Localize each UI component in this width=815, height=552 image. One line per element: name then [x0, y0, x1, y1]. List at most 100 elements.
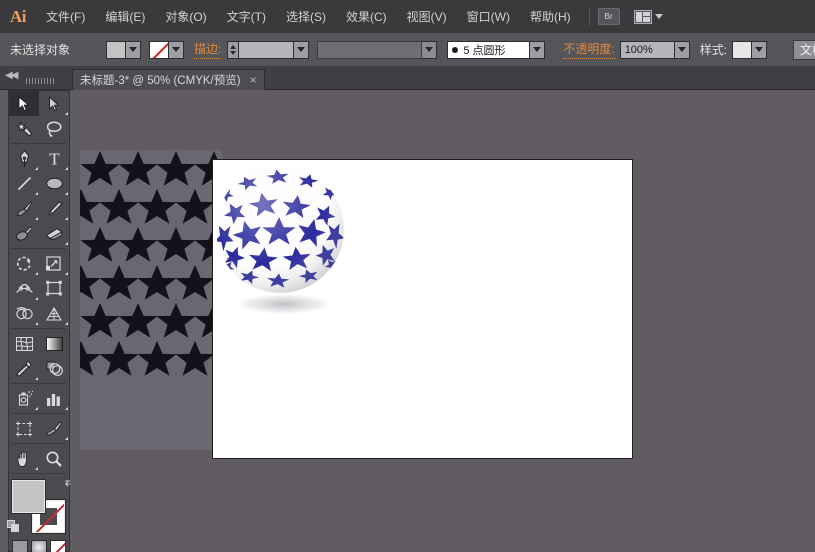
menu-effect[interactable]: 效果(C)	[337, 5, 396, 28]
opacity-label[interactable]: 不透明度:	[563, 40, 615, 59]
menu-view[interactable]: 视图(V)	[398, 5, 456, 28]
stroke-swatch-none[interactable]	[149, 40, 169, 59]
ellipse-icon	[45, 177, 63, 190]
tool-magic-wand[interactable]	[9, 116, 39, 141]
stepper-down-icon	[230, 50, 237, 55]
flyout-triangle-icon	[65, 407, 68, 410]
tools-panel: T	[7, 90, 74, 552]
tool-type[interactable]: T	[39, 146, 69, 171]
tool-pencil[interactable]	[39, 196, 69, 221]
tool-symbol-sprayer[interactable]	[9, 386, 39, 411]
fill-color-indicator[interactable]	[12, 480, 45, 513]
document-setup-button[interactable]: 文档设置	[793, 39, 815, 60]
tool-blob-brush[interactable]	[9, 221, 39, 246]
style-dropdown-button[interactable]	[752, 40, 768, 59]
menu-window[interactable]: 窗口(W)	[458, 5, 519, 28]
flyout-triangle-icon	[35, 297, 38, 300]
tool-paintbrush[interactable]	[9, 196, 39, 221]
tool-eraser[interactable]	[39, 221, 69, 246]
canvas-workspace[interactable]	[70, 90, 815, 552]
tool-ellipse[interactable]	[39, 171, 69, 196]
tool-blend[interactable]	[39, 356, 69, 381]
stroke-dropdown-button[interactable]	[169, 40, 184, 59]
tool-mesh[interactable]	[9, 331, 39, 356]
control-bar: 未选择对象 描边: 5 点圆形 不透明度: 100% 样式: 文	[0, 33, 815, 67]
opacity-control[interactable]: 100%	[619, 40, 690, 59]
menu-select[interactable]: 选择(S)	[277, 5, 335, 28]
collapse-panel-icon[interactable]: ◀◀	[5, 70, 18, 81]
mode-none-button[interactable]	[50, 540, 66, 552]
flyout-triangle-icon	[65, 192, 68, 195]
mode-color-button[interactable]	[12, 540, 28, 552]
tool-column-graph[interactable]	[39, 386, 69, 411]
tool-gradient[interactable]	[39, 331, 69, 356]
tool-perspective-grid[interactable]	[39, 301, 69, 326]
eraser-icon	[45, 227, 63, 240]
brush-definition-input[interactable]: 5 点圆形	[447, 40, 531, 59]
chevron-down-icon	[654, 14, 663, 19]
tool-lasso[interactable]	[39, 116, 69, 141]
menu-help[interactable]: 帮助(H)	[521, 5, 580, 28]
stroke-weight-dropdown-button[interactable]	[294, 40, 310, 59]
width-profile-dropdown-button[interactable]	[422, 40, 438, 59]
flyout-triangle-icon	[35, 407, 38, 410]
menu-type[interactable]: 文字(T)	[218, 5, 275, 28]
tool-rotate[interactable]	[9, 251, 39, 276]
tool-direct-selection[interactable]	[39, 91, 69, 116]
tool-artboard[interactable]	[9, 416, 39, 441]
tool-shape-builder[interactable]	[9, 301, 39, 326]
tool-width[interactable]	[9, 276, 39, 301]
toolbar-grip[interactable]	[26, 78, 56, 84]
opacity-dropdown-button[interactable]	[674, 40, 690, 59]
tool-zoom[interactable]	[39, 446, 69, 471]
tool-slice[interactable]	[39, 416, 69, 441]
star-pattern-svg	[80, 150, 222, 450]
tool-free-transform[interactable]	[39, 276, 69, 301]
chevron-down-icon	[172, 47, 180, 52]
stroke-weight-label[interactable]: 描边:	[194, 40, 222, 59]
star-pattern-swatch[interactable]	[80, 150, 222, 450]
star-mapped-sphere[interactable]	[214, 163, 354, 323]
flyout-triangle-icon	[65, 112, 68, 115]
stroke-weight-stepper[interactable]	[227, 40, 239, 59]
width-profile-input[interactable]	[317, 40, 423, 59]
variable-width-profile-control[interactable]	[317, 40, 438, 59]
stroke-weight-control[interactable]	[227, 40, 310, 59]
brush-dropdown-button[interactable]	[530, 40, 546, 59]
mode-gradient-button[interactable]	[31, 540, 47, 552]
fill-swatch[interactable]	[106, 40, 126, 59]
eyedropper-icon	[16, 360, 31, 377]
fill-stroke-indicator: ⇄	[7, 477, 74, 534]
style-label: 样式:	[699, 43, 728, 57]
tool-eyedropper[interactable]	[9, 356, 39, 381]
close-icon[interactable]: ×	[250, 73, 257, 87]
flyout-triangle-icon	[65, 217, 68, 220]
brush-definition-control[interactable]: 5 点圆形	[447, 40, 546, 59]
flyout-triangle-icon	[65, 437, 68, 440]
fill-control[interactable]	[106, 40, 141, 59]
tool-scale[interactable]	[39, 251, 69, 276]
stroke-weight-input[interactable]	[238, 40, 295, 59]
flyout-triangle-icon	[35, 467, 38, 470]
default-fill-stroke-icon[interactable]	[7, 520, 19, 532]
document-tab[interactable]: 未标题-3* @ 50% (CMYK/预览) ×	[72, 69, 265, 90]
graphic-style-swatch[interactable]	[732, 40, 753, 59]
tool-pen[interactable]	[9, 146, 39, 171]
arrange-documents-button[interactable]	[633, 9, 663, 24]
tool-selection[interactable]	[9, 91, 39, 116]
tool-hand[interactable]	[9, 446, 39, 471]
free-transform-icon	[46, 280, 62, 296]
slice-icon	[46, 421, 62, 437]
menu-edit[interactable]: 编辑(E)	[96, 5, 154, 28]
fill-dropdown-button[interactable]	[126, 40, 141, 59]
brush-definition-value: 5 点圆形	[463, 44, 506, 57]
graphic-style-control[interactable]	[732, 40, 768, 59]
opacity-input[interactable]: 100%	[619, 40, 675, 59]
menu-object[interactable]: 对象(O)	[156, 5, 215, 28]
pencil-icon	[48, 200, 62, 215]
menu-file[interactable]: 文件(F)	[37, 5, 94, 28]
tool-line-segment[interactable]	[9, 171, 39, 196]
bridge-button[interactable]: Br	[597, 8, 620, 25]
tools-grid: T	[9, 91, 69, 471]
stroke-color-control[interactable]	[149, 40, 184, 59]
